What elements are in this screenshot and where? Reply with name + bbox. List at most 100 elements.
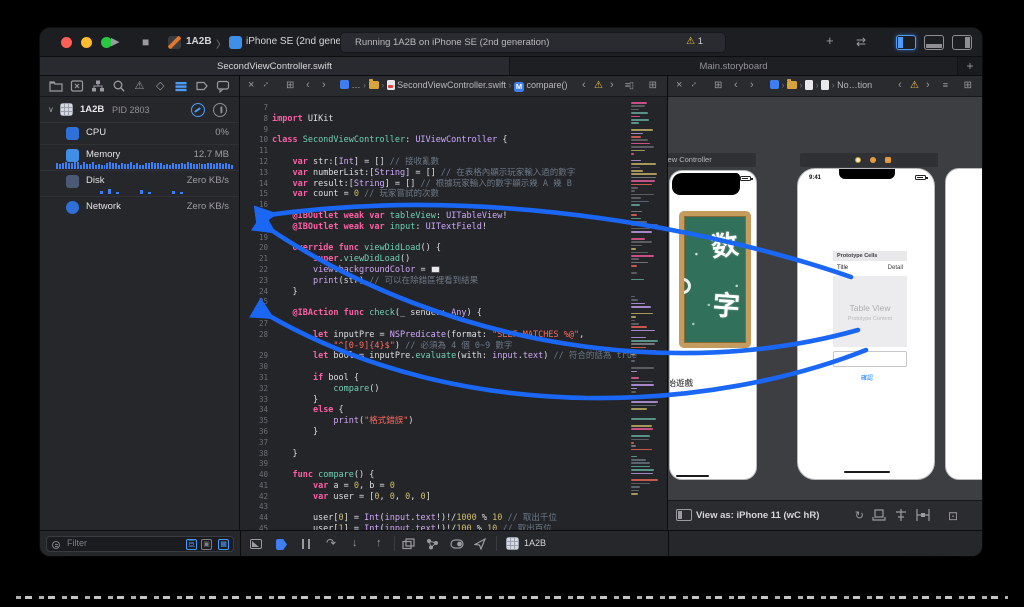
filter-field[interactable]: 亘 ▣ ▦ bbox=[46, 536, 234, 552]
step-out-icon[interactable]: ↑ bbox=[376, 537, 382, 549]
outlet-connection-well[interactable] bbox=[261, 309, 268, 317]
blackboard-image[interactable]: 数 字 bbox=[679, 211, 751, 348]
resolve-autolayout-icon[interactable]: ⊡ bbox=[948, 509, 958, 523]
document-outline-icon[interactable]: ≡ bbox=[943, 80, 948, 90]
exit-icon[interactable] bbox=[885, 157, 891, 163]
scene1-phone[interactable]: 数 字 開始遊戲 bbox=[669, 170, 757, 480]
add-editor-icon[interactable]: ⊞ bbox=[649, 80, 657, 91]
debug-navigator-icon[interactable] bbox=[174, 79, 188, 93]
scene2-phone[interactable]: 9:41 Prototype Cells Title Detail Table … bbox=[797, 168, 935, 480]
toggle-debug-area-button[interactable] bbox=[924, 35, 944, 50]
view-hierarchy-icon[interactable] bbox=[402, 538, 415, 550]
back-button[interactable]: ‹ bbox=[734, 79, 738, 91]
scope-memory-icon[interactable]: ▣ bbox=[201, 539, 212, 550]
editor-options-icon[interactable]: ≡▯ bbox=[625, 80, 634, 91]
tests-navigator-icon[interactable]: ◇ bbox=[153, 79, 167, 93]
disclosure-chevron-icon[interactable]: ∨ bbox=[48, 105, 54, 114]
disk-row[interactable]: Disk Zero KB/s bbox=[40, 170, 239, 196]
memory-graph-icon[interactable] bbox=[213, 103, 227, 117]
memory-graph-icon[interactable] bbox=[426, 538, 439, 550]
reports-navigator-icon[interactable] bbox=[216, 79, 230, 93]
tab-secondviewcontroller[interactable]: SecondViewController.swift bbox=[40, 57, 510, 75]
code-line: 34 else { bbox=[258, 405, 344, 416]
next-issue-button[interactable]: › bbox=[926, 79, 930, 91]
input-text-field[interactable] bbox=[833, 351, 907, 367]
memory-row[interactable]: Memory 12.7 MB bbox=[40, 144, 239, 170]
close-editor-icon[interactable]: × bbox=[676, 79, 682, 91]
issues-navigator-icon[interactable]: ⚠ bbox=[132, 79, 146, 93]
next-issue-button[interactable]: › bbox=[610, 79, 614, 91]
align-icon[interactable] bbox=[894, 509, 908, 521]
breakpoints-toggle-icon[interactable] bbox=[276, 539, 287, 550]
tab-main-storyboard[interactable]: Main.storyboard bbox=[510, 57, 958, 75]
issue-warning-icon[interactable]: ⚠ bbox=[594, 80, 603, 91]
outlet-connection-well[interactable] bbox=[261, 223, 268, 231]
project-navigator-icon[interactable] bbox=[49, 79, 63, 93]
network-row[interactable]: Network Zero KB/s bbox=[40, 196, 239, 218]
start-game-button[interactable]: 開始遊戲 bbox=[670, 377, 693, 389]
step-over-icon[interactable]: ↷ bbox=[326, 536, 336, 550]
previous-issue-button[interactable]: ‹ bbox=[582, 79, 586, 91]
back-button[interactable]: ‹ bbox=[306, 79, 310, 91]
outlet-connection-well[interactable] bbox=[261, 212, 268, 220]
confirm-button[interactable]: 確認 bbox=[861, 373, 873, 382]
focus-editor-icon[interactable]: ↕ bbox=[689, 79, 699, 89]
scene1-title-bar[interactable]: View Controller bbox=[668, 153, 756, 167]
previous-issue-button[interactable]: ‹ bbox=[898, 79, 902, 91]
warning-count[interactable]: ⚠ 1 bbox=[686, 36, 703, 47]
focus-editor-icon[interactable]: ↕ bbox=[261, 79, 271, 89]
table-view[interactable]: Table View Prototype Content bbox=[833, 277, 907, 347]
devices-icon[interactable] bbox=[676, 509, 692, 521]
scene2-dock[interactable] bbox=[800, 153, 938, 167]
editor-swap-icon[interactable]: ⇄ bbox=[856, 34, 866, 51]
forward-button[interactable]: › bbox=[322, 79, 326, 91]
view-controller-icon[interactable] bbox=[855, 157, 861, 163]
filter-input[interactable] bbox=[67, 538, 167, 548]
breadcrumb[interactable]: … › › SecondViewController.swift › M com… bbox=[340, 79, 568, 92]
prototype-cells-header[interactable]: Prototype Cells bbox=[833, 251, 907, 261]
view-as-label[interactable]: View as: iPhone 11 (wC hR) bbox=[696, 510, 819, 521]
color-literal-swatch[interactable] bbox=[430, 265, 440, 273]
cpu-row[interactable]: CPU 0% bbox=[40, 122, 239, 144]
simulate-location-icon[interactable] bbox=[474, 538, 486, 550]
scope-stack-icon[interactable]: ▦ bbox=[218, 539, 229, 550]
storyboard-canvas[interactable]: View Controller 数 字 開始遊戲 bbox=[668, 97, 982, 500]
symbols-navigator-icon[interactable] bbox=[91, 79, 105, 93]
breakpoints-navigator-icon[interactable] bbox=[195, 79, 209, 93]
run-button[interactable]: ▶ bbox=[111, 34, 119, 51]
code-editor-pane: × ↕ ⊞ ‹ › … › › SecondViewController.swi… bbox=[240, 76, 668, 530]
stop-button[interactable]: ■ bbox=[142, 34, 149, 51]
toggle-inspectors-button[interactable] bbox=[952, 35, 972, 50]
related-items-icon[interactable]: ⊞ bbox=[286, 80, 294, 91]
forward-button[interactable]: › bbox=[750, 79, 754, 91]
code-area[interactable]: 7 8 import UIKit 9 10 class SecondViewControl… bbox=[240, 97, 667, 530]
search-icon[interactable] bbox=[112, 79, 126, 93]
process-header-row[interactable]: ∨ 1A2B PID 2803 bbox=[40, 102, 239, 120]
code-line: 12 var str:[Int] = [] // 接收亂數 bbox=[258, 156, 440, 167]
profile-gauge-icon[interactable] bbox=[191, 103, 205, 117]
close-window-button[interactable] bbox=[61, 37, 72, 48]
toggle-navigator-button[interactable] bbox=[896, 35, 916, 50]
embed-in-icon[interactable] bbox=[872, 509, 886, 521]
scope-running-icon[interactable]: 亘 bbox=[186, 539, 197, 550]
scheme-name[interactable]: 1A2B bbox=[186, 36, 212, 47]
step-into-icon[interactable]: ↓ bbox=[352, 537, 358, 549]
library-add-button[interactable]: + bbox=[826, 32, 834, 49]
new-tab-button[interactable]: + bbox=[958, 57, 982, 75]
breadcrumb[interactable]: › › › › No…tion bbox=[770, 79, 872, 90]
issue-warning-icon[interactable]: ⚠ bbox=[910, 80, 919, 91]
environment-overrides-icon[interactable] bbox=[450, 538, 464, 550]
close-editor-icon[interactable]: × bbox=[248, 79, 254, 91]
scene3-phone-partial[interactable] bbox=[945, 168, 982, 480]
add-editor-icon[interactable]: ⊞ bbox=[964, 80, 972, 91]
first-responder-icon[interactable] bbox=[870, 157, 876, 163]
update-frames-icon[interactable]: ↻ bbox=[855, 509, 864, 522]
minimize-window-button[interactable] bbox=[81, 37, 92, 48]
add-constraints-icon[interactable] bbox=[916, 509, 930, 521]
code-minimap[interactable] bbox=[631, 100, 661, 526]
prototype-cell[interactable]: Title Detail bbox=[833, 261, 907, 277]
pause-execution-icon[interactable] bbox=[302, 539, 310, 549]
related-items-icon[interactable]: ⊞ bbox=[714, 80, 722, 91]
hide-debug-area-icon[interactable] bbox=[250, 539, 262, 549]
source-control-icon[interactable] bbox=[70, 79, 84, 93]
